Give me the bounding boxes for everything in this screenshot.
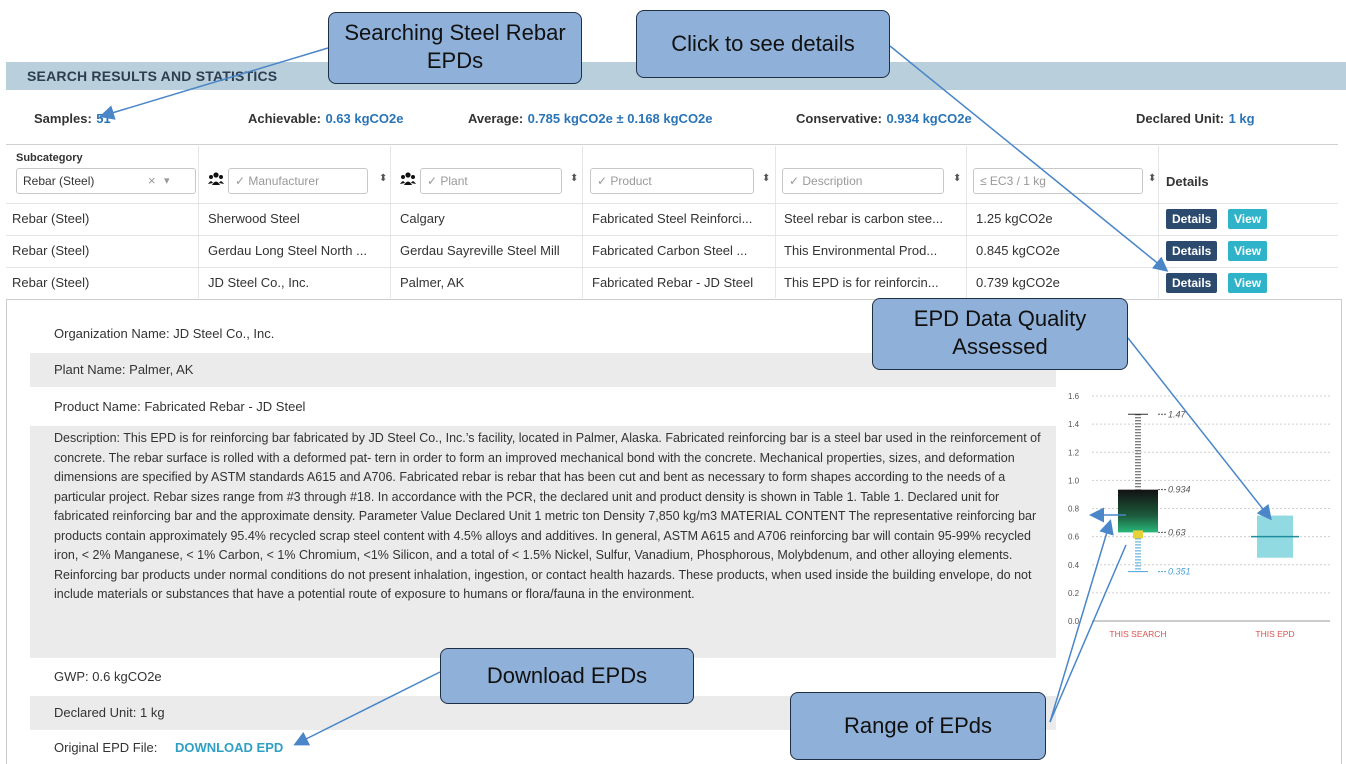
row-divider [6,235,1338,236]
cell-manufacturer: Sherwood Steel [208,211,300,226]
cell-plant: Palmer, AK [400,275,465,290]
category-label: THIS SEARCH [1109,629,1166,639]
cell-product: Fabricated Rebar - JD Steel [592,275,754,290]
cell-gwp: 0.845 kgCO2e [976,243,1060,258]
cell-subcategory: Rebar (Steel) [12,211,90,226]
column-divider [966,146,967,298]
cell-plant: Gerdau Sayreville Steel Mill [400,243,560,258]
cell-product: Fabricated Carbon Steel ... [592,243,748,258]
cell-gwp: 1.25 kgCO2e [976,211,1053,226]
category-label: THIS EPD [1255,629,1294,639]
y-tick-label: 0.8 [1068,505,1080,514]
sort-icon[interactable]: ⬍ [762,173,770,184]
callout-quality: EPD Data Quality Assessed [872,298,1128,370]
y-tick-label: 1.6 [1068,392,1080,401]
details-header: Details [1166,174,1209,189]
sort-icon[interactable]: ⬍ [953,173,961,184]
ec3-filter-input[interactable]: ≤ EC3 / 1 kg [973,168,1143,194]
cell-manufacturer: Gerdau Long Steel North ... [208,243,367,258]
value-label: 1.47 [1168,409,1187,419]
value-label: 0.351 [1168,567,1191,577]
stat-value: 51 [96,111,111,126]
search-range-box [1118,489,1158,533]
row-divider [6,203,1338,204]
callout-range: Range of EPds [790,692,1046,760]
download-epd-link[interactable]: DOWNLOAD EPD [175,740,283,755]
cell-plant: Calgary [400,211,445,226]
y-tick-label: 1.0 [1068,476,1080,485]
details-button[interactable]: Details [1166,209,1218,229]
cell-subcategory: Rebar (Steel) [12,275,90,290]
cell-gwp: 0.739 kgCO2e [976,275,1060,290]
cell-product: Fabricated Steel Reinforci... [592,211,753,226]
subcategory-select-value: Rebar (Steel) [23,174,95,188]
subcategory-header: Subcategory [16,152,83,164]
column-divider [390,146,391,298]
cell-description: This Environmental Prod... [784,243,938,258]
stat-label: Conservative: [796,111,882,126]
callout-download: Download EPDs [440,648,694,704]
sort-icon[interactable]: ⬍ [379,173,387,184]
stat-label: Achievable: [248,111,321,126]
stat-label: Declared Unit: [1136,111,1225,126]
value-label: 0.63 [1168,527,1186,537]
clear-icon[interactable]: × [148,173,156,188]
column-divider [1158,146,1159,298]
row-divider [6,267,1338,268]
stat-average: Average: 0.785 kgCO2e ± 0.168 kgCO2e [468,110,713,128]
y-tick-label: 0.6 [1068,533,1080,542]
stat-value: 1 kg [1228,111,1255,126]
stat-samples: Samples: 51 [34,110,111,128]
product-filter-input[interactable]: ✓ Product [590,168,754,194]
view-button[interactable]: View [1228,241,1268,261]
stat-value: 0.63 kgCO2e [325,111,404,126]
column-divider [582,146,583,298]
chevron-down-icon[interactable]: ▾ [164,174,170,187]
details-button[interactable]: Details [1166,241,1218,261]
callout-click-details: Click to see details [636,10,890,78]
value-label: 0.934 [1168,485,1191,495]
cell-subcategory: Rebar (Steel) [12,243,90,258]
stat-achievable: Achievable: 0.63 kgCO2e [248,110,403,128]
stat-value: 0.934 kgCO2e [886,111,972,126]
cell-description: This EPD is for reinforcin... [784,275,939,290]
callout-searching: Searching Steel Rebar EPDs [328,12,582,84]
y-tick-label: 0.0 [1068,617,1080,626]
divider [6,144,1338,145]
manufacturer-filter-input[interactable]: ✓ Manufacturer [228,168,368,194]
description-filter-input[interactable]: ✓ Description [782,168,944,194]
original-file-label: Original EPD File: [54,740,158,755]
view-button[interactable]: View [1228,209,1268,229]
y-tick-label: 0.4 [1068,561,1080,570]
view-button[interactable]: View [1228,273,1268,293]
details-button[interactable]: Details [1166,273,1218,293]
y-tick-label: 0.2 [1068,589,1080,598]
cell-manufacturer: JD Steel Co., Inc. [208,275,310,290]
stat-declared-unit: Declared Unit: 1 kg [1136,110,1255,128]
column-divider [775,146,776,298]
sort-icon[interactable]: ⬍ [1148,173,1156,184]
product-description: Description: This EPD is for reinforcing… [30,426,1056,658]
column-divider [198,146,199,298]
section-title: SEARCH RESULTS AND STATISTICS [27,68,278,84]
y-tick-label: 1.2 [1068,448,1080,457]
product-name: Product Name: Fabricated Rebar - JD Stee… [54,399,306,414]
cell-description: Steel rebar is carbon stee... [784,211,943,226]
achievable-marker [1133,530,1143,539]
stat-conservative: Conservative: 0.934 kgCO2e [796,110,972,128]
y-tick-label: 1.4 [1068,420,1080,429]
stat-value: 0.785 kgCO2e ± 0.168 kgCO2e [527,111,713,126]
sort-icon[interactable]: ⬍ [570,173,578,184]
group-icon[interactable] [208,172,224,191]
plant-filter-input[interactable]: ✓ Plant [420,168,562,194]
stat-label: Samples: [34,111,92,126]
group-icon[interactable] [400,172,416,191]
gwp-range-chart: 0.0 0.2 0.4 0.6 0.8 1.0 1.2 1.4 1.6 1.47 0.934 0.63… [1068,392,1330,639]
stat-label: Average: [468,111,524,126]
